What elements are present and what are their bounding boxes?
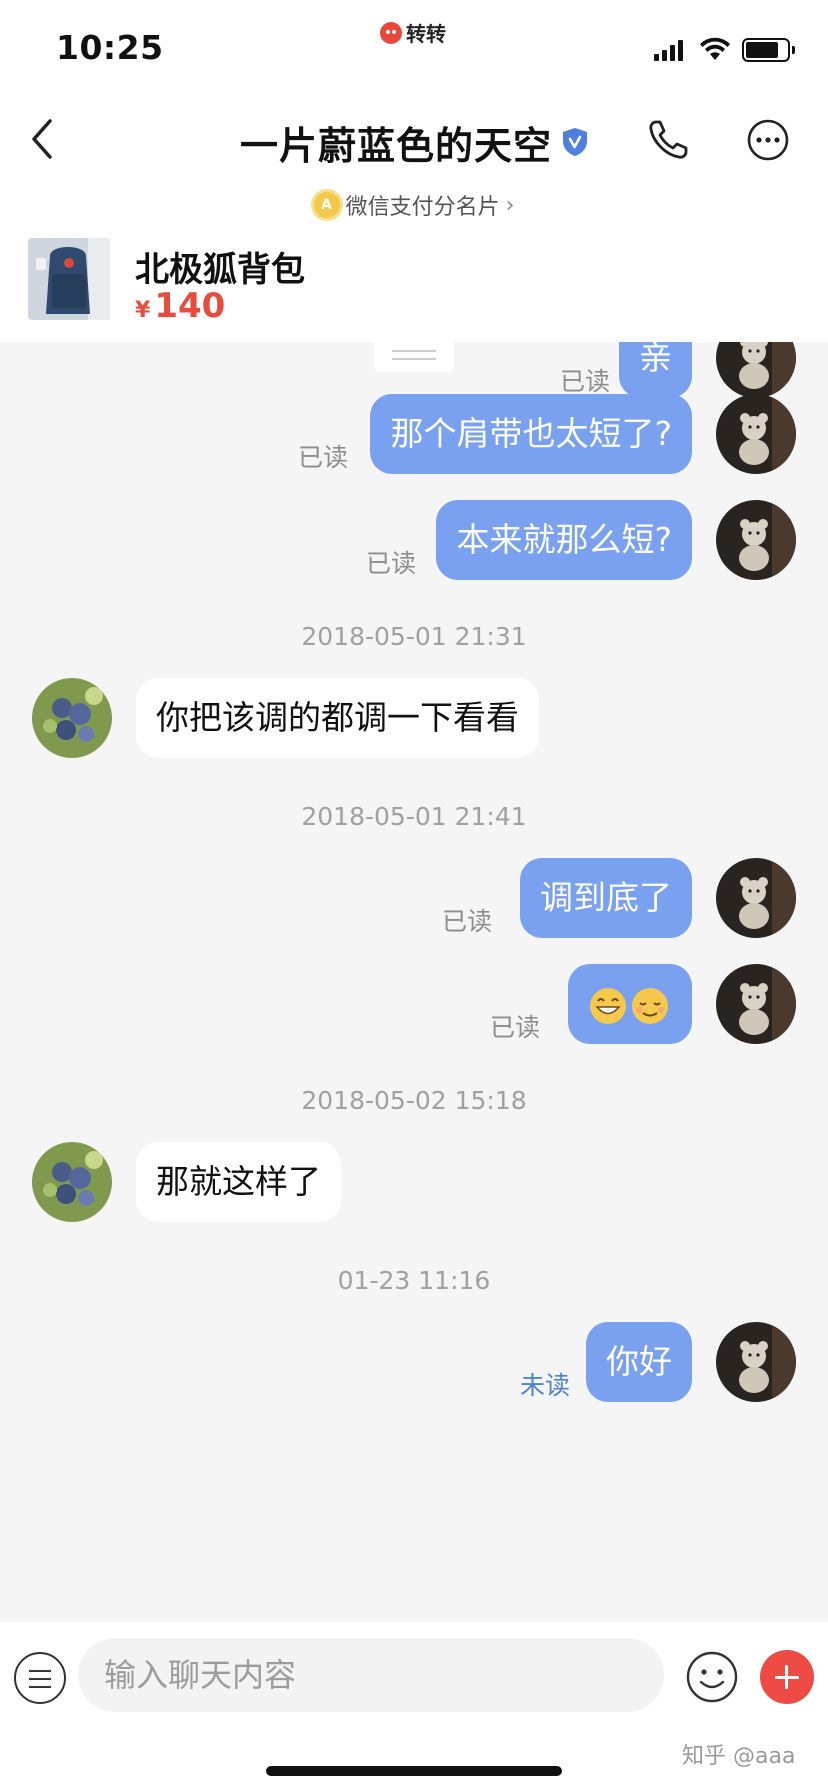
avatar[interactable]	[716, 394, 796, 474]
message-bubble[interactable]	[568, 964, 692, 1044]
message-row: 你把该调的都调一下看看	[0, 678, 828, 758]
read-status: 已读	[297, 443, 348, 472]
carrier-logo-text: 转转	[406, 22, 446, 46]
menu-icon-line	[29, 1678, 51, 1680]
timestamp: 01-23 11:16	[337, 1266, 491, 1295]
message-bubble[interactable]: 亲	[619, 342, 692, 398]
avatar[interactable]	[716, 964, 796, 1044]
avatar[interactable]	[716, 1322, 796, 1402]
emoji-button[interactable]	[685, 1650, 739, 1704]
blueberry-avatar-icon	[32, 678, 112, 758]
read-status: 已读	[559, 367, 610, 396]
relieved-face-emoji-icon	[632, 987, 668, 1024]
pay-score-badge-icon: A	[313, 192, 340, 218]
backpack-image-icon	[28, 238, 110, 320]
message-input[interactable]	[78, 1638, 664, 1712]
read-status: 已读	[365, 549, 416, 578]
teddy-bear-avatar-icon	[716, 858, 796, 938]
chevron-right-icon: ›	[505, 192, 515, 218]
message-bubble[interactable]: 你好	[586, 1322, 692, 1402]
grinning-face-emoji-icon	[590, 987, 626, 1024]
message-bubble[interactable]: 你把该调的都调一下看看	[136, 678, 539, 758]
message-row: 已读 亲	[0, 342, 828, 398]
more-button[interactable]	[746, 118, 790, 162]
teddy-bear-avatar-icon	[716, 342, 796, 398]
contact-title: 一片蔚蓝色的天空	[0, 114, 828, 170]
message-bubble[interactable]: 本来就那么短?	[436, 500, 692, 580]
zhuanzhuan-logo-icon	[380, 21, 402, 44]
read-status: 已读	[489, 1013, 540, 1042]
message-row: 已读	[0, 964, 828, 1044]
teddy-bear-avatar-icon	[716, 964, 796, 1044]
timestamp: 2018-05-01 21:41	[301, 802, 527, 831]
message-bubble[interactable]: 那个肩带也太短了?	[370, 394, 692, 474]
product-title: 北极狐背包	[135, 250, 305, 290]
product-card[interactable]: 北极狐背包 ¥ 140	[0, 238, 828, 342]
status-time: 10:25	[56, 28, 164, 67]
menu-button[interactable]	[14, 1652, 66, 1704]
more-icon	[747, 119, 789, 161]
call-button[interactable]	[646, 118, 690, 162]
input-bar: 知乎 @aaa	[0, 1622, 828, 1792]
teddy-bear-avatar-icon	[716, 1322, 796, 1402]
teddy-bear-avatar-icon	[716, 394, 796, 474]
read-status: 已读	[441, 907, 492, 936]
emoji-message	[590, 987, 668, 1024]
avatar[interactable]	[716, 342, 796, 398]
battery-icon	[742, 38, 795, 62]
wechat-pay-score-card-link[interactable]: A 微信支付分名片 ›	[0, 188, 828, 222]
cellular-signal-icon	[654, 39, 683, 61]
verified-shield-icon	[563, 128, 587, 156]
status-bar: 10:25 转转	[0, 0, 828, 92]
message-row: 已读 那个肩带也太短了?	[0, 394, 828, 474]
timestamp: 2018-05-01 21:31	[301, 622, 527, 651]
menu-icon-line	[29, 1686, 51, 1688]
avatar[interactable]	[32, 1142, 112, 1222]
price-symbol: ¥	[135, 298, 151, 323]
timestamp: 2018-05-02 15:18	[301, 1086, 527, 1115]
message-row: 已读 调到底了	[0, 858, 828, 938]
wifi-icon	[700, 37, 730, 60]
message-row: 未读 你好	[0, 1322, 828, 1402]
price-value: 140	[154, 286, 226, 326]
blueberry-avatar-icon	[32, 1142, 112, 1222]
chat-header: 一片蔚蓝色的天空 A 微信支付分名片 › 北极狐背包 ¥ 140	[0, 92, 828, 342]
unread-status: 未读	[519, 1371, 570, 1400]
message-bubble[interactable]: 调到底了	[520, 858, 692, 938]
message-row: 那就这样了	[0, 1142, 828, 1222]
product-price: ¥ 140	[135, 286, 225, 326]
avatar[interactable]	[32, 678, 112, 758]
message-row: 已读 本来就那么短?	[0, 500, 828, 580]
pay-card-label: 微信支付分名片	[345, 195, 500, 220]
contact-name[interactable]: 一片蔚蓝色的天空	[240, 115, 552, 170]
phone-icon	[649, 120, 688, 159]
teddy-bear-avatar-icon	[716, 500, 796, 580]
menu-icon-line	[29, 1670, 51, 1672]
carrier-logo: 转转	[380, 18, 446, 47]
add-button[interactable]	[760, 1650, 814, 1704]
watermark: 知乎 @aaa	[682, 1744, 796, 1769]
product-image[interactable]	[28, 238, 110, 320]
emoji-icon	[686, 1651, 738, 1703]
message-bubble[interactable]: 那就这样了	[136, 1142, 341, 1222]
avatar[interactable]	[716, 500, 796, 580]
home-indicator[interactable]	[266, 1766, 562, 1776]
avatar[interactable]	[716, 858, 796, 938]
message-list[interactable]: 已读 亲 已读 那个肩带也太短了? 已读 本来就那么短? 2018-05-01 …	[0, 342, 828, 1622]
